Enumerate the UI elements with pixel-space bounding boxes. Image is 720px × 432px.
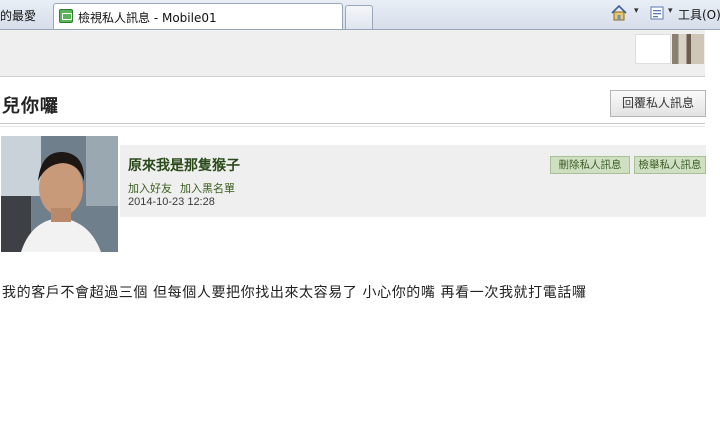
- mobile01-favicon-icon: [59, 9, 73, 23]
- tools-menu[interactable]: 工具(O): [678, 6, 720, 23]
- add-friend-link[interactable]: 加入好友: [128, 180, 172, 196]
- divider: [0, 123, 705, 124]
- reply-message-button[interactable]: 回覆私人訊息: [610, 90, 706, 117]
- favorites-label[interactable]: 的最愛: [0, 7, 36, 24]
- page-dropdown-icon[interactable]: ▾: [668, 6, 673, 16]
- home-icon[interactable]: [610, 4, 628, 22]
- delete-message-button[interactable]: 刪除私人訊息: [550, 156, 630, 174]
- active-tab[interactable]: 檢視私人訊息 - Mobile01: [53, 3, 343, 29]
- divider: [0, 126, 705, 127]
- active-tab-title: 檢視私人訊息 - Mobile01: [78, 11, 217, 25]
- home-dropdown-icon[interactable]: ▾: [634, 6, 639, 16]
- banner-thumbnail-photo: [672, 34, 704, 64]
- browser-tab-bar: 的最愛 檢視私人訊息 - Mobile01 ▾ ▾ 工具(O): [0, 0, 720, 30]
- avatar-photo: [1, 136, 118, 252]
- report-message-button[interactable]: 檢舉私人訊息: [634, 156, 706, 174]
- add-blacklist-link[interactable]: 加入黑名單: [180, 180, 235, 196]
- message-timestamp: 2014-10-23 12:28: [128, 196, 215, 208]
- page-title: 兒你囉: [2, 96, 59, 117]
- message-body: 我的客戶不會超過三個 但每個人要把你找出來太容易了 小心你的嘴 再看一次我就打電…: [2, 285, 587, 301]
- page-icon[interactable]: [650, 6, 664, 20]
- sender-name[interactable]: 原來我是那隻猴子: [128, 155, 240, 175]
- top-banner-strip: [0, 30, 705, 77]
- sender-avatar[interactable]: [1, 136, 118, 252]
- banner-thumbnail-blank: [635, 34, 671, 64]
- new-tab-button[interactable]: [345, 5, 373, 29]
